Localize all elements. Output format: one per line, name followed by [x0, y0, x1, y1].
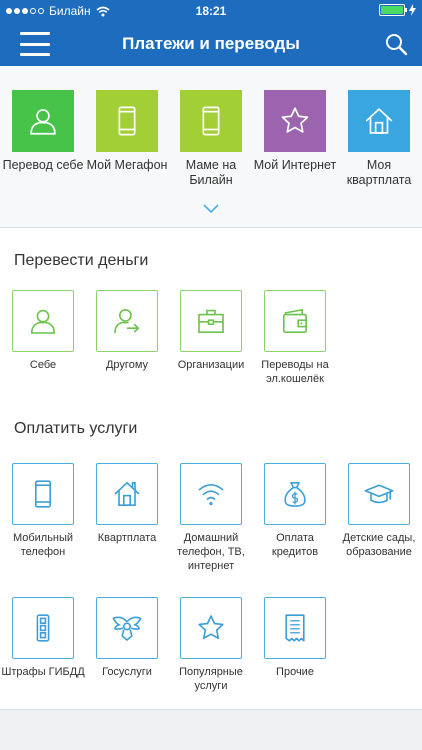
- transfer-ewallet-button[interactable]: Переводы на эл.кошелёк: [253, 290, 337, 386]
- person-icon: [30, 309, 56, 334]
- service-label: Переводы на эл.кошелёк: [261, 359, 329, 385]
- eagle-emblem-icon: [112, 616, 142, 642]
- quick-action-label: Мой Интернет: [253, 158, 337, 172]
- service-tile: [180, 463, 242, 525]
- chevron-down-icon[interactable]: [203, 204, 219, 214]
- quick-action-tile: [96, 90, 158, 152]
- transfer-self-button[interactable]: Себе: [1, 290, 85, 372]
- pay-loans-button[interactable]: Оплата кредитов: [253, 463, 337, 559]
- quick-action-my-utilities[interactable]: Моя квартплата: [337, 90, 421, 188]
- service-label: Другому: [105, 359, 149, 371]
- service-tile: [12, 290, 74, 352]
- service-tile: [180, 597, 242, 659]
- quick-action-tile: [348, 90, 410, 152]
- battery-icon: [379, 4, 407, 16]
- pay-utilities-button[interactable]: Квартплата: [85, 463, 169, 545]
- service-label: Мобильный телефон: [12, 532, 74, 558]
- transfer-other-button[interactable]: Другому: [85, 290, 169, 372]
- traffic-light-icon: [36, 614, 50, 642]
- service-label: Прочие: [276, 666, 314, 678]
- service-label: Штрафы ГИБДД: [1, 666, 85, 678]
- service-tile: [180, 290, 242, 352]
- pay-popular-button[interactable]: Популярные услуги: [169, 597, 253, 693]
- service-tile: [96, 597, 158, 659]
- quick-actions-panel: Перевод себе Мой Мегафон Маме на Билайн: [0, 66, 422, 228]
- quick-action-label: Маме на Билайн: [185, 158, 237, 187]
- phone-icon: [118, 106, 136, 136]
- pay-traffic-fines-button[interactable]: Штрафы ГИБДД: [1, 597, 85, 679]
- service-label: Популярные услуги: [179, 666, 243, 692]
- transfer-organization-button[interactable]: Организации: [169, 290, 253, 372]
- status-bar: Билайн 18:21: [0, 0, 422, 22]
- briefcase-icon: [198, 309, 224, 333]
- quick-action-tile: [12, 90, 74, 152]
- quick-action-label: Перевод себе: [2, 158, 84, 172]
- star-icon: [281, 107, 309, 133]
- money-bag-icon: [284, 482, 306, 507]
- service-tile: [12, 597, 74, 659]
- service-tile: [12, 463, 74, 525]
- search-icon[interactable]: [384, 32, 408, 56]
- service-label: Квартплата: [97, 532, 157, 544]
- pay-gosuslugi-button[interactable]: Госуслуги: [85, 597, 169, 679]
- service-label: Детские сады, образование: [342, 532, 416, 558]
- quick-action-my-megafon[interactable]: Мой Мегафон: [85, 90, 169, 173]
- quick-action-transfer-self[interactable]: Перевод себе: [1, 90, 85, 173]
- quick-action-my-internet[interactable]: Мой Интернет: [253, 90, 337, 173]
- service-tile: [96, 290, 158, 352]
- quick-action-tile: [264, 90, 326, 152]
- service-label: Оплата кредитов: [271, 532, 319, 558]
- service-label: Домашний телефон, ТВ, интернет: [177, 532, 245, 572]
- service-tile: [348, 463, 410, 525]
- service-tile: [264, 597, 326, 659]
- house-icon: [114, 482, 140, 506]
- person-icon: [30, 109, 56, 135]
- pay-other-button[interactable]: Прочие: [253, 597, 337, 679]
- phone-icon: [202, 106, 220, 136]
- pay-education-button[interactable]: Детские сады, образование: [337, 463, 421, 559]
- page-title: Платежи и переводы: [122, 34, 300, 53]
- quick-action-tile: [180, 90, 242, 152]
- pay-home-tv-internet-button[interactable]: Домашний телефон, ТВ, интернет: [169, 463, 253, 573]
- star-icon: [198, 615, 224, 640]
- service-label: Себе: [29, 359, 57, 371]
- graduation-cap-icon: [364, 484, 394, 504]
- phone-icon: [35, 480, 51, 508]
- quick-action-mom-beeline[interactable]: Маме на Билайн: [169, 90, 253, 188]
- service-tile: [264, 463, 326, 525]
- service-tile: [96, 463, 158, 525]
- person-transfer-icon: [114, 309, 140, 334]
- status-time: 18:21: [195, 4, 227, 18]
- main-content: Перевести деньги Себе Другому Организаци…: [0, 228, 422, 710]
- pay-mobile-button[interactable]: Мобильный телефон: [1, 463, 85, 559]
- quick-action-label: Мой Мегафон: [86, 158, 168, 172]
- receipt-icon: [285, 614, 305, 642]
- wifi-icon: [198, 484, 224, 506]
- section-title-transfer: Перевести деньги: [14, 252, 149, 269]
- quick-action-label: Моя квартплата: [346, 158, 412, 187]
- charging-bolt-icon: [409, 4, 416, 16]
- status-right: [379, 4, 416, 16]
- wallet-icon: [283, 308, 307, 333]
- nav-bar: Платежи и переводы: [0, 22, 422, 66]
- service-label: Госуслуги: [102, 666, 152, 678]
- service-tile: [264, 290, 326, 352]
- section-title-pay: Оплатить услуги: [14, 420, 138, 437]
- house-icon: [365, 108, 393, 134]
- battery-level: [381, 6, 403, 14]
- service-label: Организации: [177, 359, 245, 371]
